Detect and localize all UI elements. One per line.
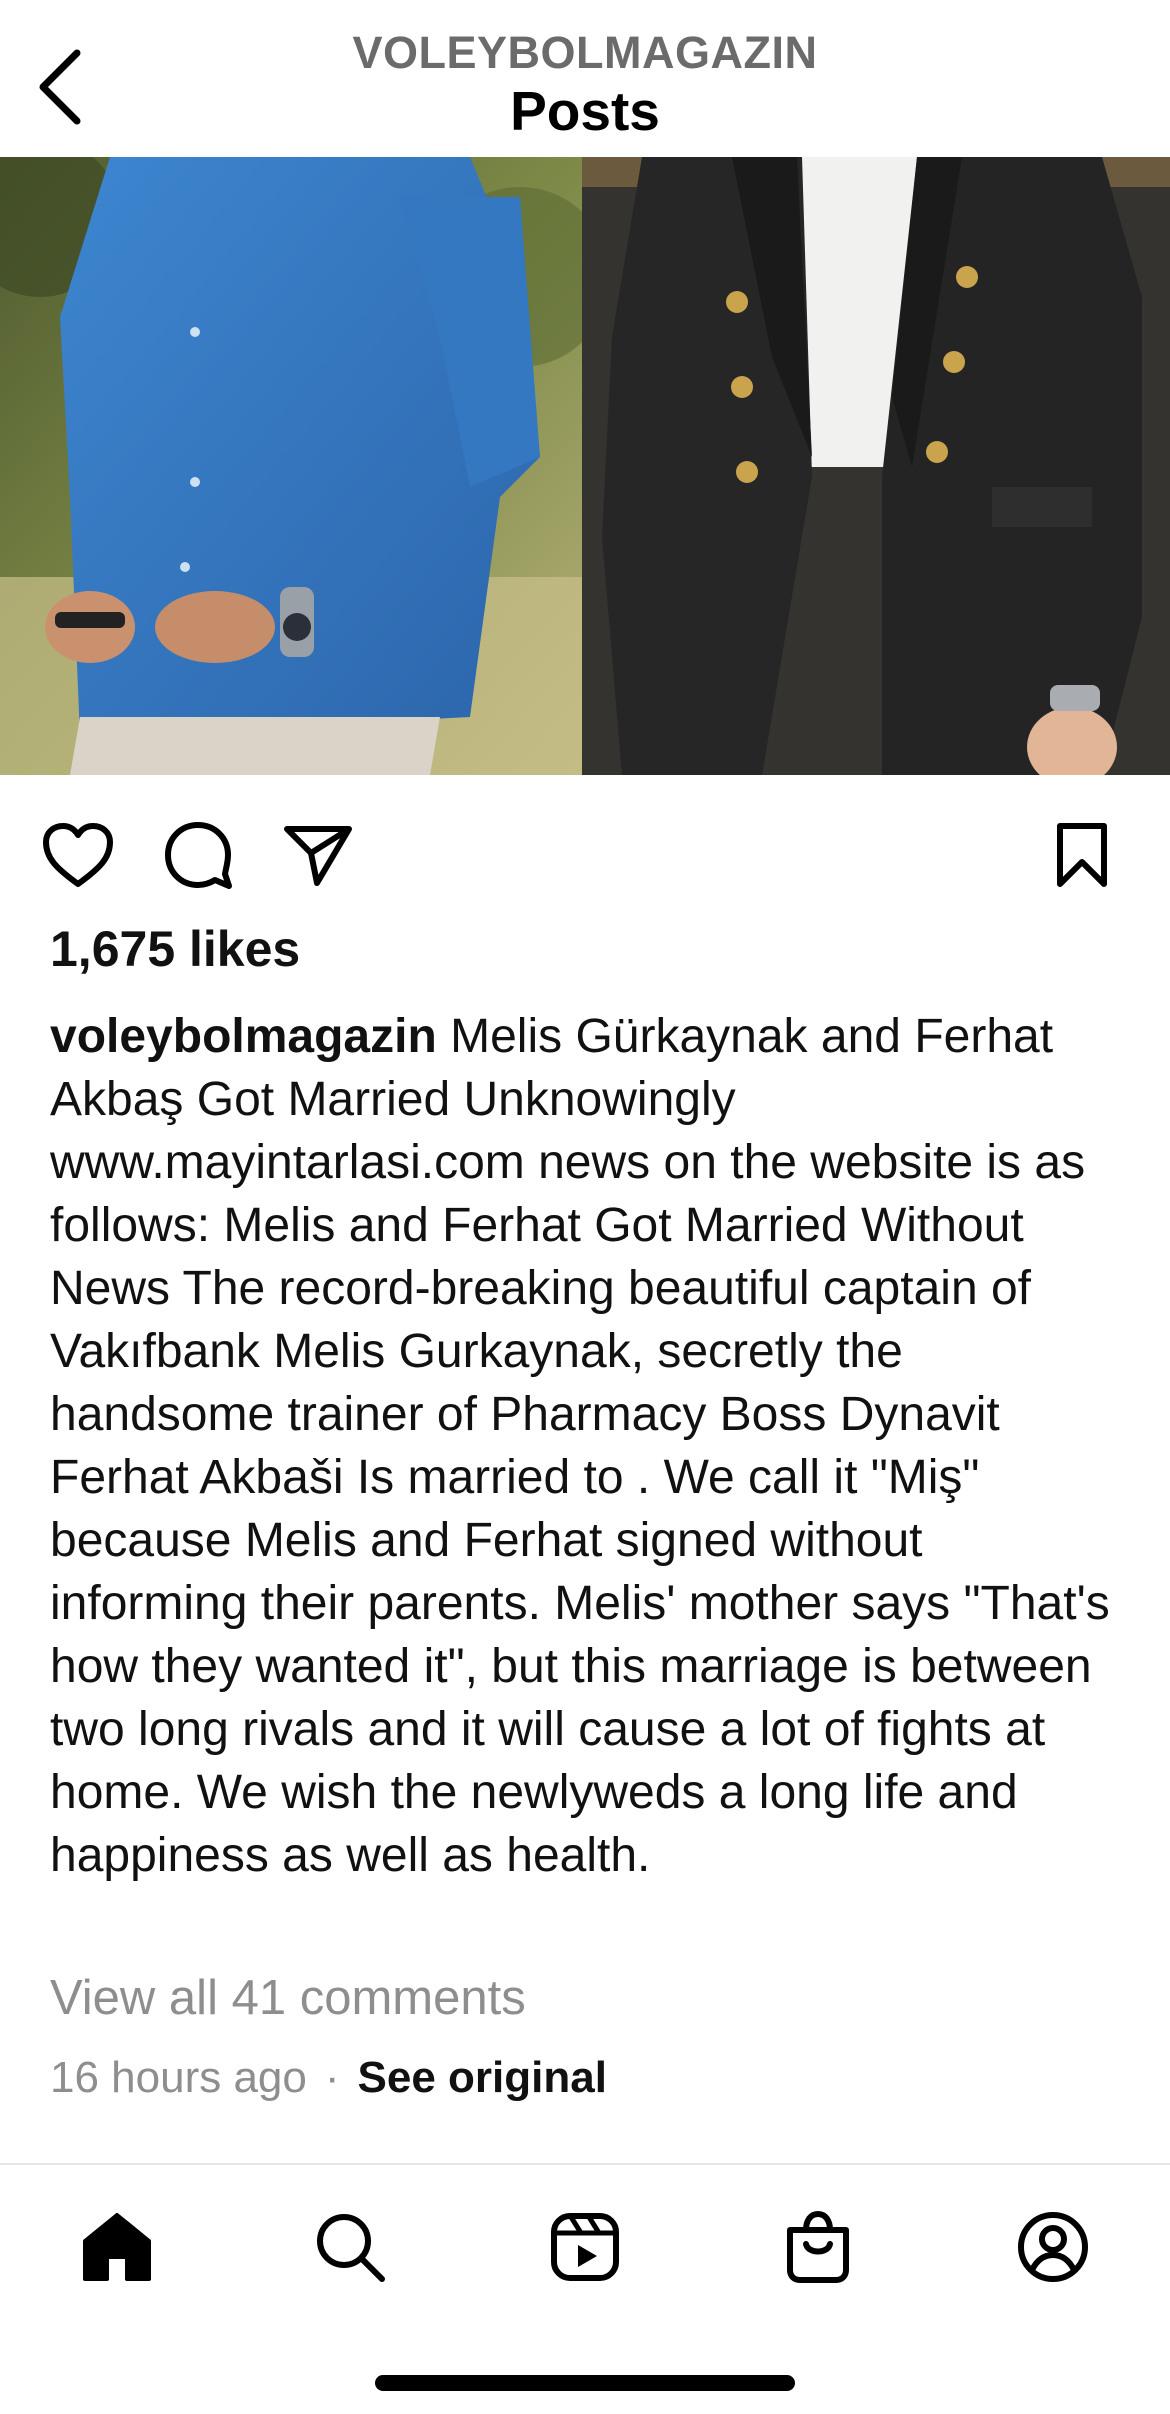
top-bar: VOLEYBOLMAGAZIN Posts [0, 0, 1170, 157]
caption-username[interactable]: voleybolmagazin [50, 1010, 437, 1063]
page-title: Posts [510, 80, 660, 142]
reels-icon [551, 2213, 619, 2281]
comment-button[interactable] [158, 815, 238, 895]
heart-icon [43, 823, 113, 887]
woman-black-blazer-photo [582, 157, 1170, 775]
post-image[interactable] [0, 157, 1170, 775]
home-indicator[interactable] [375, 2375, 795, 2391]
comment-icon [165, 822, 232, 889]
account-name[interactable]: VOLEYBOLMAGAZIN [0, 26, 1170, 80]
share-button[interactable] [278, 815, 358, 895]
post-actions [0, 775, 1170, 925]
view-comments-link[interactable]: View all 41 comments [50, 1970, 526, 2026]
post-timestamp: 16 hours ago [50, 2053, 307, 2102]
tab-shop[interactable] [768, 2197, 868, 2297]
man-blue-shirt-photo [0, 157, 582, 775]
see-original-link[interactable]: See original [358, 2053, 607, 2103]
tab-profile[interactable] [1003, 2197, 1103, 2297]
like-button[interactable] [38, 815, 118, 895]
paper-plane-icon [284, 826, 352, 886]
bookmark-icon [1057, 823, 1107, 887]
post-caption: voleybolmagazin Melis Gürkaynak and Ferh… [50, 1005, 1130, 1887]
post-meta: 16 hours ago · See original [50, 2053, 607, 2103]
bottom-tab-bar [0, 2163, 1170, 2414]
profile-icon [1018, 2212, 1088, 2282]
caption-text: Melis Gürkaynak and Ferhat Akbaş Got Mar… [50, 1010, 1110, 1882]
tab-search[interactable] [300, 2197, 400, 2297]
separator-dot: · [324, 2053, 340, 2102]
save-button[interactable] [1042, 815, 1122, 895]
tab-home[interactable] [67, 2197, 167, 2297]
like-count[interactable]: 1,675 likes [50, 920, 300, 978]
search-icon [317, 2214, 385, 2282]
tab-reels[interactable] [535, 2197, 635, 2297]
home-icon [83, 2213, 151, 2281]
shopping-bag-icon [787, 2210, 849, 2283]
